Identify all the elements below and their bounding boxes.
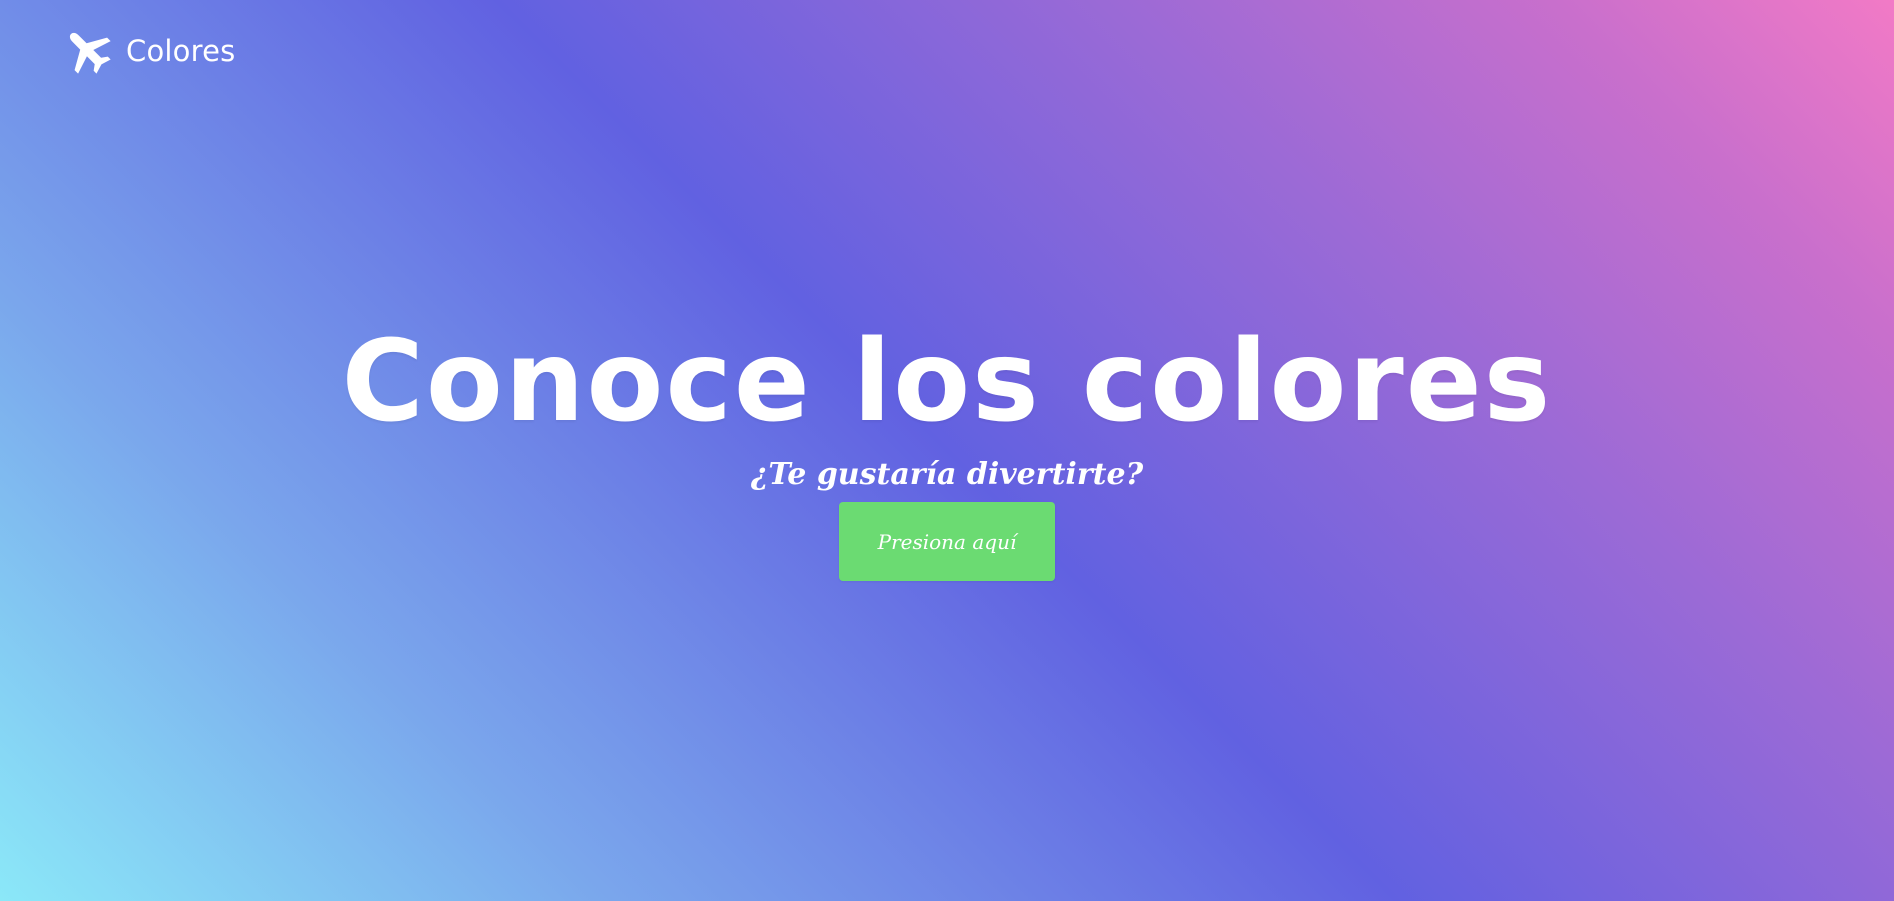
hero-section: Conoce los colores ¿Te gustaría divertir… [0,318,1894,581]
brand-name: Colores [126,33,236,68]
hero-subtitle: ¿Te gustaría divertirte? [750,457,1144,492]
press-here-button[interactable]: Presiona aquí [839,502,1055,581]
airplane-icon [62,25,114,77]
hero-title: Conoce los colores [341,317,1553,447]
brand-link[interactable]: Colores [62,24,235,78]
